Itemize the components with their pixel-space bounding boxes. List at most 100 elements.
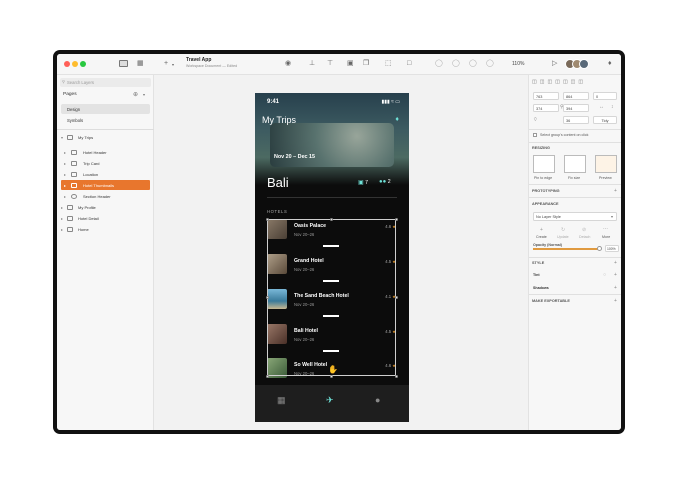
bell-icon[interactable]: ♦ <box>395 116 399 123</box>
y-field[interactable]: 864 <box>563 92 589 100</box>
tab-trips-plane-icon[interactable]: ✈ <box>326 395 334 406</box>
chevron-right-icon[interactable]: ▸ <box>64 172 66 177</box>
layer-hotel-thumbnails[interactable]: ▸ Hotel Thumbnails <box>61 180 150 190</box>
update-style-icon[interactable]: ↻ <box>561 227 565 233</box>
zoom-window-button[interactable] <box>80 61 86 67</box>
more-icon[interactable]: ⋯ <box>603 226 608 232</box>
tint-label[interactable]: Tint <box>533 273 540 277</box>
chevron-down-icon[interactable]: ▾ <box>61 135 63 140</box>
chevron-down-icon[interactable]: ▾ <box>172 60 174 69</box>
page-item-symbols[interactable]: Symbols <box>61 115 150 125</box>
search-input[interactable]: Search Layers <box>60 78 151 87</box>
layer-location[interactable]: ▸ Location <box>61 169 150 179</box>
close-window-button[interactable] <box>64 61 70 67</box>
opacity-label[interactable]: Opacity (Normal) <box>533 243 562 247</box>
trip-card-image[interactable] <box>270 123 394 167</box>
tint-toggle-icon[interactable]: ○ <box>603 272 606 278</box>
play-icon[interactable]: ▷ <box>552 59 557 68</box>
resize-handle[interactable] <box>394 374 398 378</box>
opacity-field[interactable]: 100% <box>605 245 619 252</box>
resize-handle[interactable] <box>394 296 398 299</box>
distribute-icon[interactable]: ◫ <box>578 79 586 85</box>
prototyping-header[interactable]: PROTOTYPING <box>532 189 560 193</box>
layer-style-select[interactable]: No Layer Style <box>533 212 617 221</box>
chevron-right-icon[interactable]: ▸ <box>61 216 63 221</box>
tab-profile-icon[interactable]: ● <box>375 395 380 405</box>
layer-hotel-detail[interactable]: ▸ Hotel Detail <box>61 213 150 223</box>
resize-handle[interactable] <box>265 374 269 378</box>
difference-icon[interactable]: ◯ <box>486 59 494 68</box>
x-field[interactable]: 763 <box>533 92 559 100</box>
chevron-right-icon[interactable]: ▸ <box>64 161 66 166</box>
layer-trip-card[interactable]: ▸ Trip Card <box>61 158 150 168</box>
add-style-icon[interactable]: + <box>614 260 617 266</box>
avatar[interactable] <box>579 59 589 69</box>
opacity-slider-knob[interactable] <box>597 246 602 251</box>
subtract-icon[interactable]: ◯ <box>452 59 460 68</box>
chevron-right-icon[interactable]: ▸ <box>61 227 63 232</box>
align-bottom-icon[interactable]: ⊥ <box>309 59 315 68</box>
bell-icon[interactable]: ♦ <box>608 59 612 68</box>
align-top-icon[interactable]: ◫ <box>555 79 563 85</box>
rotation-field[interactable]: 0 <box>593 92 617 100</box>
minimize-window-button[interactable] <box>72 61 78 67</box>
detach-style-icon[interactable]: ⊘ <box>582 227 586 233</box>
pin-to-edge-option[interactable] <box>533 155 555 173</box>
flip-vertical-icon[interactable]: ↕ <box>611 104 614 110</box>
resize-handle[interactable] <box>394 217 398 221</box>
copy-icon[interactable]: ❐ <box>363 59 369 68</box>
resize-handle[interactable] <box>265 217 269 221</box>
align-middle-icon[interactable]: ◫ <box>563 79 571 85</box>
make-exportable-header[interactable]: MAKE EXPORTABLE <box>532 299 570 303</box>
grid-view-icon[interactable]: ▦ <box>137 59 144 68</box>
layer-my-trips[interactable]: ▾ My Trips <box>61 132 150 142</box>
align-top-icon[interactable]: ⊤ <box>327 59 333 68</box>
pages-header[interactable]: Pages <box>63 92 77 97</box>
add-prototype-icon[interactable]: + <box>614 188 617 194</box>
tidy-button[interactable]: Tidy <box>593 116 617 124</box>
transform-icon[interactable]: ⬚ <box>385 59 392 68</box>
plus-icon[interactable]: + <box>164 59 168 68</box>
layer-home[interactable]: ▸ Home <box>61 224 150 234</box>
opacity-slider[interactable] <box>533 248 599 250</box>
add-shadow-icon[interactable]: + <box>614 285 617 291</box>
add-page-icon[interactable]: ⊕ <box>133 91 138 98</box>
preview-option[interactable] <box>595 155 617 173</box>
height-field[interactable]: 394 <box>563 104 589 112</box>
chevron-right-icon[interactable]: ▸ <box>61 205 63 210</box>
shadows-label[interactable]: Shadows <box>533 286 549 290</box>
symbol-icon[interactable]: ◉ <box>285 59 291 68</box>
chevron-right-icon[interactable]: ▸ <box>64 183 66 188</box>
page-item-design[interactable]: Design <box>61 104 150 114</box>
inspector-panel: ◫◫◫◫◫◫◫ 763 864 0 374 ⚲ 394 ↔ ↕ ⌔ 36 Tid… <box>528 75 621 430</box>
union-icon[interactable]: ◯ <box>435 59 443 68</box>
chevron-down-icon[interactable]: ▾ <box>611 214 613 219</box>
add-tint-icon[interactable]: + <box>614 272 617 278</box>
resize-handle[interactable] <box>330 217 333 221</box>
layer-hotel-header[interactable]: ▸ Hotel Header <box>61 147 150 157</box>
artboard-my-trips[interactable]: 9:41 ▮▮▮ ≈ ▭ My Trips ♦ Nov 20 – Dec 15 … <box>255 93 409 422</box>
align-left-icon[interactable]: ◫ <box>532 79 540 85</box>
fix-size-option[interactable] <box>564 155 586 173</box>
chevron-right-icon[interactable]: ▸ <box>64 150 66 155</box>
mask-icon[interactable]: □ <box>407 59 411 68</box>
canvas[interactable]: 9:41 ▮▮▮ ≈ ▭ My Trips ♦ Nov 20 – Dec 15 … <box>154 75 528 430</box>
intersect-icon[interactable]: ◯ <box>469 59 477 68</box>
chevron-right-icon[interactable]: ▸ <box>64 194 66 199</box>
corner-radius-field[interactable]: 36 <box>563 116 589 124</box>
add-export-icon[interactable]: + <box>614 298 617 304</box>
sidebar-toggle-icon[interactable] <box>119 60 128 67</box>
select-group-checkbox[interactable] <box>533 133 537 137</box>
selection-box[interactable] <box>267 219 396 376</box>
zoom-level[interactable]: 110% <box>512 61 524 67</box>
resize-handle[interactable] <box>265 296 269 299</box>
resize-handle[interactable] <box>330 374 333 378</box>
layer-my-profile[interactable]: ▸ My Profile <box>61 202 150 212</box>
layer-section-header[interactable]: ▸ Section Header <box>61 191 150 201</box>
flip-horizontal-icon[interactable]: ↔ <box>599 104 604 110</box>
tab-map-icon[interactable]: ▦ <box>277 395 286 406</box>
frame-icon[interactable]: ▣ <box>347 59 354 68</box>
chevron-down-icon[interactable]: ▾ <box>143 92 145 97</box>
width-field[interactable]: 374 <box>533 104 559 112</box>
create-style-icon[interactable]: + <box>540 227 543 233</box>
